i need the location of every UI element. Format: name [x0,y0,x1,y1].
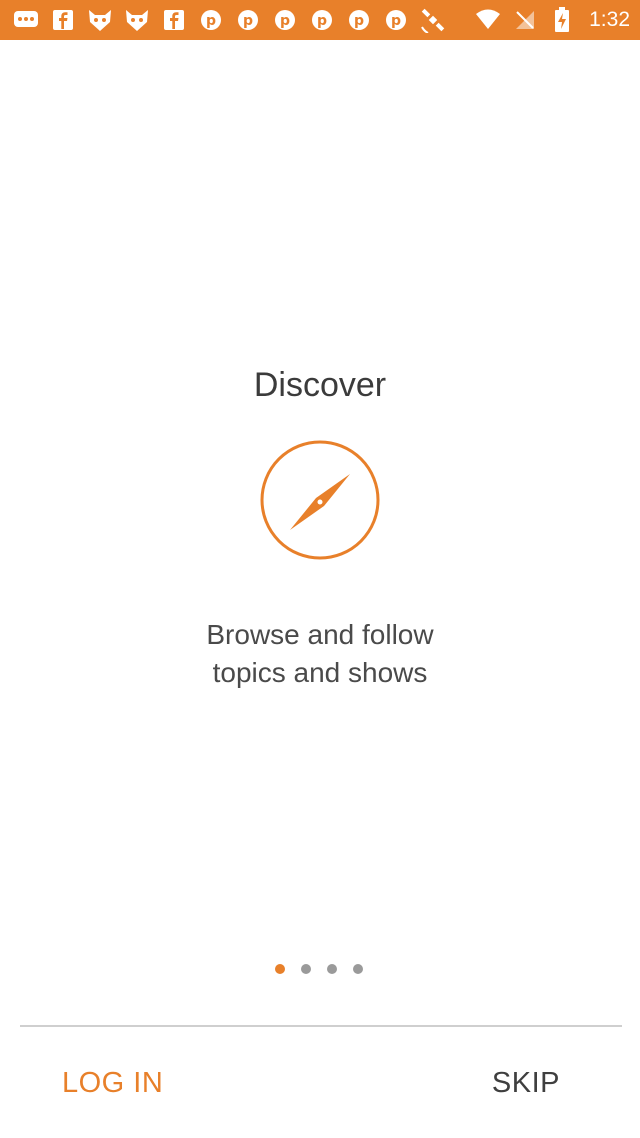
facebook-icon [49,6,77,34]
page-dot[interactable] [353,964,363,974]
description-line: Browse and follow [206,619,434,650]
status-time: 1:32 [589,8,630,31]
pinterest-icon: p [308,6,336,34]
pinterest-icon: p [234,6,262,34]
svg-text:p: p [206,13,216,29]
pinterest-icon: p [382,6,410,34]
svg-text:p: p [391,13,401,29]
cat-mask-icon [86,6,114,34]
onboarding-screen: p p p p p p 1:32 Discover Browse and fol… [0,0,640,1138]
page-indicator [275,964,363,974]
battery-charging-icon [548,6,576,34]
pinterest-icon: p [271,6,299,34]
compass-icon [258,436,382,564]
facebook-icon [160,6,188,34]
message-icon [12,6,40,34]
page-dot[interactable] [301,964,311,974]
description-line: topics and shows [212,657,428,688]
login-button[interactable]: LOG IN [62,1058,163,1108]
svg-text:p: p [354,13,364,29]
svg-text:p: p [243,13,253,29]
page-dot-active[interactable] [275,964,285,974]
status-bar-notifications: p p p p p p [12,6,447,34]
pinterest-icon: p [345,6,373,34]
skip-button[interactable]: SKIP [492,1058,560,1108]
svg-text:p: p [280,13,290,29]
cat-mask-icon [123,6,151,34]
status-bar-system: 1:32 [474,6,630,34]
status-bar: p p p p p p 1:32 [0,0,640,40]
onboarding-description: Browse and follow topics and shows [120,616,520,692]
satellite-icon [419,6,447,34]
pinterest-icon: p [197,6,225,34]
footer-divider [20,1025,622,1027]
page-dot[interactable] [327,964,337,974]
svg-text:p: p [317,13,327,29]
no-signal-icon [511,6,539,34]
page-title: Discover [253,366,387,404]
wifi-icon [474,6,502,34]
